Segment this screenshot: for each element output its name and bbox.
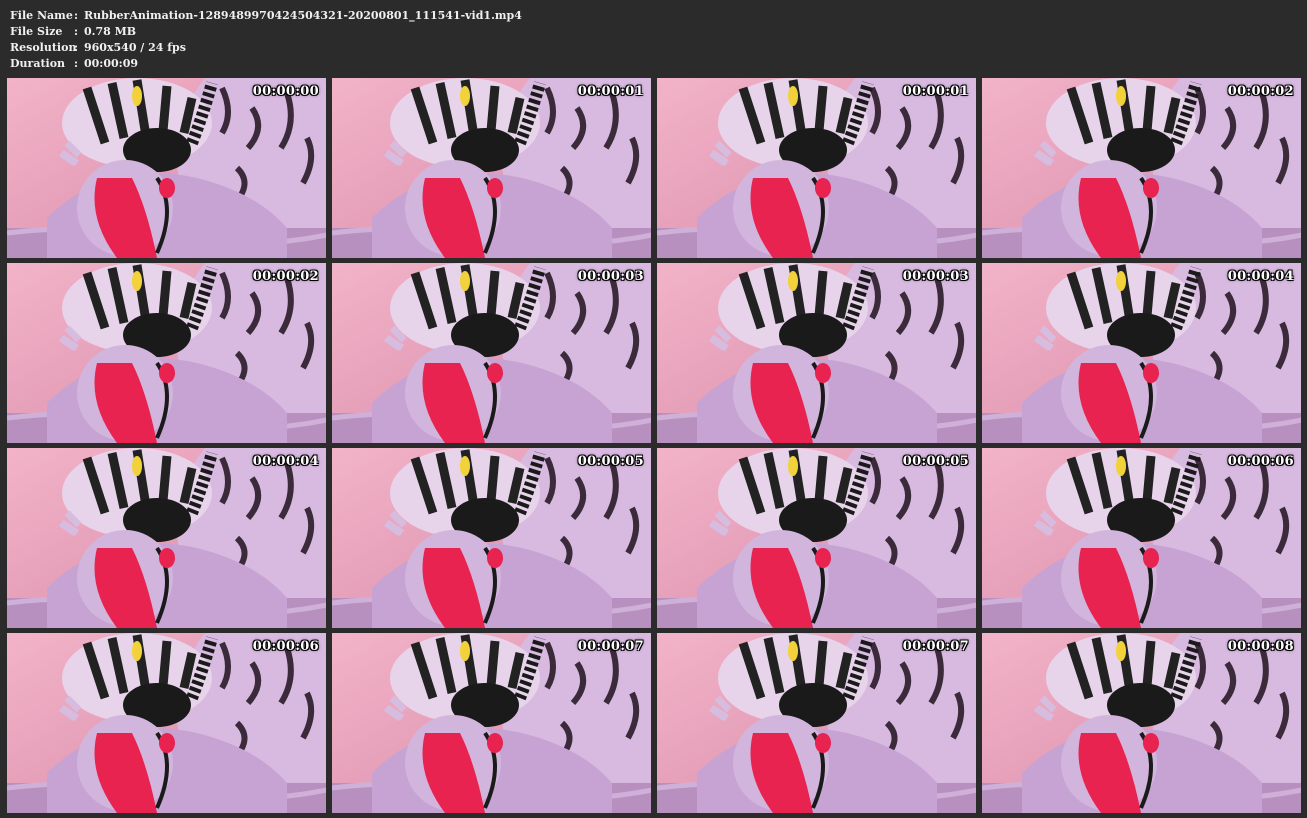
frame-timestamp: 00:00:02: [252, 269, 319, 284]
thumbnail-frame: 00:00:03: [657, 263, 976, 443]
frame-image: [657, 78, 976, 258]
frame-image: [332, 633, 651, 813]
frame-timestamp: 00:00:01: [577, 84, 644, 99]
frame-timestamp: 00:00:08: [1227, 639, 1294, 654]
thumbnail-frame: 00:00:06: [7, 633, 326, 813]
thumbnail-frame: 00:00:04: [7, 448, 326, 628]
frame-image: [332, 78, 651, 258]
frame-timestamp: 00:00:06: [1227, 454, 1294, 469]
frame-timestamp: 00:00:05: [577, 454, 644, 469]
file-size-row: File Size : 0.78 MB: [10, 24, 522, 40]
duration-row: Duration : 00:00:09: [10, 56, 522, 72]
meta-separator: :: [74, 41, 79, 54]
thumbnail-grid: 00:00:00 00:00:01 00:00:01 00:00:02 00:00:02…: [7, 78, 1301, 813]
meta-value: 00:00:09: [84, 57, 139, 70]
thumbnail-frame: 00:00:06: [982, 448, 1301, 628]
frame-timestamp: 00:00:01: [902, 84, 969, 99]
frame-image: [7, 78, 326, 258]
frame-timestamp: 00:00:00: [252, 84, 319, 99]
thumbnail-frame: 00:00:07: [657, 633, 976, 813]
frame-image: [7, 263, 326, 443]
meta-separator: :: [74, 25, 79, 38]
frame-image: [982, 78, 1301, 258]
frame-image: [332, 448, 651, 628]
frame-image: [982, 263, 1301, 443]
thumbnail-frame: 00:00:04: [982, 263, 1301, 443]
frame-timestamp: 00:00:03: [577, 269, 644, 284]
frame-timestamp: 00:00:02: [1227, 84, 1294, 99]
meta-separator: :: [74, 57, 79, 70]
frame-image: [7, 633, 326, 813]
frame-image: [982, 448, 1301, 628]
file-info: File Name : RubberAnimation-128948997042…: [10, 8, 522, 72]
frame-image: [657, 263, 976, 443]
thumbnail-frame: 00:00:05: [332, 448, 651, 628]
thumbnail-frame: 00:00:07: [332, 633, 651, 813]
meta-label: Resolution: [10, 41, 77, 54]
frame-timestamp: 00:00:03: [902, 269, 969, 284]
meta-value: 0.78 MB: [84, 25, 137, 38]
meta-value: 960x540 / 24 fps: [84, 41, 186, 54]
frame-timestamp: 00:00:07: [902, 639, 969, 654]
thumbnail-frame: 00:00:08: [982, 633, 1301, 813]
resolution-row: Resolution : 960x540 / 24 fps: [10, 40, 522, 56]
frame-image: [332, 263, 651, 443]
meta-label: File Name: [10, 9, 73, 22]
meta-label: Duration: [10, 57, 66, 70]
thumbnail-frame: 00:00:01: [657, 78, 976, 258]
frame-timestamp: 00:00:07: [577, 639, 644, 654]
meta-label: File Size: [10, 25, 63, 38]
frame-image: [657, 448, 976, 628]
thumbnail-frame: 00:00:01: [332, 78, 651, 258]
frame-timestamp: 00:00:06: [252, 639, 319, 654]
meta-value: RubberAnimation-1289489970424504321-2020…: [84, 9, 522, 22]
meta-separator: :: [74, 9, 79, 22]
frame-image: [7, 448, 326, 628]
thumbnail-frame: 00:00:02: [7, 263, 326, 443]
frame-image: [982, 633, 1301, 813]
thumbnail-frame: 00:00:00: [7, 78, 326, 258]
frame-timestamp: 00:00:04: [252, 454, 319, 469]
frame-timestamp: 00:00:05: [902, 454, 969, 469]
thumbnail-frame: 00:00:03: [332, 263, 651, 443]
thumbnail-frame: 00:00:05: [657, 448, 976, 628]
frame-timestamp: 00:00:04: [1227, 269, 1294, 284]
file-name-row: File Name : RubberAnimation-128948997042…: [10, 8, 522, 24]
thumbnail-frame: 00:00:02: [982, 78, 1301, 258]
frame-image: [657, 633, 976, 813]
